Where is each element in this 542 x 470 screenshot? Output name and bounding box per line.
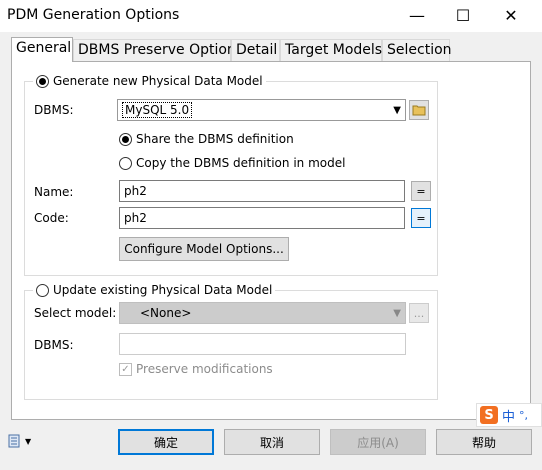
cancel-button[interactable]: 取消: [224, 429, 320, 455]
general-tab-panel: Generate new Physical Data Model DBMS: M…: [11, 61, 531, 420]
code-field[interactable]: ph2: [119, 207, 405, 229]
preserve-modifications-label: Preserve modifications: [136, 362, 273, 376]
radio-indicator: [36, 74, 49, 88]
minimize-button[interactable]: —: [394, 0, 440, 30]
preserve-modifications-checkbox[interactable]: ✓ Preserve modifications: [119, 362, 273, 376]
radio-indicator: [36, 283, 49, 297]
maximize-icon: ☐: [455, 5, 471, 25]
apply-button[interactable]: 应用(A): [330, 429, 426, 455]
footer-menu-button[interactable]: ▼: [8, 434, 31, 448]
select-model-dropdown[interactable]: <None> ▼: [119, 302, 406, 324]
help-button[interactable]: 帮助: [436, 429, 532, 455]
dbms-label: DBMS:: [34, 103, 74, 117]
tab-target-models[interactable]: Target Models: [280, 39, 382, 61]
code-equals-button[interactable]: =: [411, 208, 431, 228]
update-existing-label: Update existing Physical Data Model: [53, 283, 273, 297]
document-settings-icon: [8, 434, 20, 448]
name-equals-button[interactable]: =: [411, 181, 431, 201]
chevron-down-icon: ▼: [393, 307, 401, 319]
browse-dbms-button[interactable]: [409, 100, 429, 120]
window-title: PDM Generation Options: [7, 7, 180, 23]
dbms-select[interactable]: MySQL 5.0 ▼: [117, 99, 406, 121]
update-existing-radio[interactable]: Update existing Physical Data Model: [33, 283, 276, 297]
ime-toolbar[interactable]: S 中 °,: [476, 403, 542, 427]
dbms-select-value: MySQL 5.0: [122, 102, 193, 118]
code-label: Code:: [34, 211, 69, 225]
tab-general[interactable]: General: [11, 37, 73, 62]
select-model-value: <None>: [140, 306, 192, 320]
chevron-down-icon: ▼: [393, 104, 401, 116]
select-model-label: Select model:: [34, 306, 117, 320]
checkbox-check-icon: ✓: [119, 362, 132, 376]
generate-new-label: Generate new Physical Data Model: [53, 74, 263, 88]
select-model-browse-button[interactable]: ...: [409, 303, 429, 323]
update-dbms-field[interactable]: [119, 333, 406, 355]
tab-detail[interactable]: Detail: [231, 39, 280, 61]
maximize-button[interactable]: ☐: [440, 0, 486, 30]
tab-dbms-preserve-options[interactable]: DBMS Preserve Options: [73, 39, 243, 61]
copy-dbms-label: Copy the DBMS definition in model: [136, 156, 346, 170]
name-field[interactable]: ph2: [119, 180, 405, 202]
close-button[interactable]: ✕: [488, 0, 534, 30]
minimize-icon: —: [409, 5, 425, 25]
configure-model-options-button[interactable]: Configure Model Options...: [119, 237, 289, 261]
ime-punctuation-mode[interactable]: °,: [519, 409, 528, 422]
dropdown-arrow-icon: ▼: [25, 436, 32, 446]
equals-icon: =: [416, 184, 426, 198]
name-label: Name:: [34, 185, 74, 199]
tab-selection[interactable]: Selection: [382, 39, 452, 61]
ok-button[interactable]: 确定: [118, 429, 214, 455]
radio-indicator: [119, 132, 132, 146]
folder-icon: [412, 105, 426, 116]
radio-indicator: [119, 156, 132, 170]
equals-icon: =: [416, 211, 426, 225]
generate-new-radio[interactable]: Generate new Physical Data Model: [33, 74, 266, 88]
ellipsis-icon: ...: [413, 306, 425, 320]
share-dbms-radio[interactable]: Share the DBMS definition: [119, 132, 294, 146]
close-icon: ✕: [504, 5, 518, 25]
share-dbms-label: Share the DBMS definition: [136, 132, 294, 146]
sogou-logo-icon: S: [480, 406, 498, 424]
copy-dbms-radio[interactable]: Copy the DBMS definition in model: [119, 156, 345, 170]
ime-chinese-mode[interactable]: 中: [502, 406, 515, 425]
update-dbms-label: DBMS:: [34, 338, 74, 352]
